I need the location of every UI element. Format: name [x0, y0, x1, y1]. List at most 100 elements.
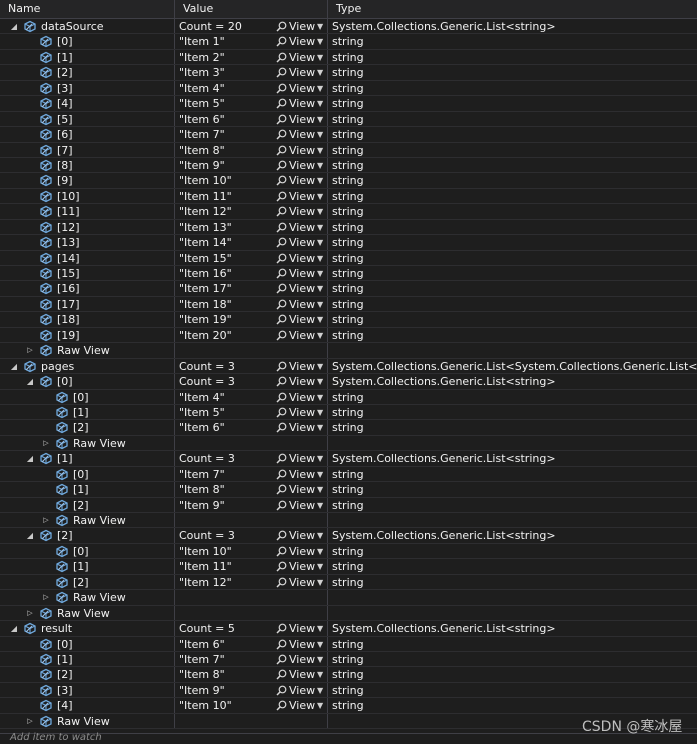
- value-cell[interactable]: "Item 14" View ▼: [175, 235, 328, 250]
- view-button[interactable]: View ▼: [276, 637, 326, 651]
- watch-row[interactable]: [0] "Item 6" View ▼ string: [0, 636, 697, 652]
- dropdown-arrow-icon[interactable]: ▼: [317, 621, 323, 635]
- watch-row[interactable]: [12] "Item 13" View ▼ string: [0, 219, 697, 236]
- view-button[interactable]: View ▼: [276, 251, 326, 265]
- view-button[interactable]: View ▼: [276, 235, 326, 249]
- view-button[interactable]: View ▼: [276, 420, 326, 434]
- dropdown-arrow-icon[interactable]: ▼: [317, 204, 323, 218]
- value-cell[interactable]: "Item 2" View ▼: [175, 49, 328, 65]
- view-button[interactable]: View ▼: [276, 652, 326, 666]
- dropdown-arrow-icon[interactable]: ▼: [317, 65, 323, 79]
- collapsed-triangle-icon[interactable]: ▷: [25, 714, 35, 728]
- watch-row[interactable]: [7] "Item 8" View ▼ string: [0, 142, 697, 158]
- view-button[interactable]: View ▼: [276, 559, 326, 573]
- expanded-triangle-icon[interactable]: ◢: [25, 451, 35, 465]
- value-cell[interactable]: "Item 4" View ▼: [175, 80, 328, 96]
- value-cell[interactable]: Count = 3 View ▼: [175, 528, 328, 543]
- value-cell[interactable]: "Item 9" View ▼: [175, 497, 328, 512]
- value-cell[interactable]: "Item 11" View ▼: [175, 559, 328, 574]
- watch-row[interactable]: ◢ [2] Count = 3 View ▼ System.Collections.Gen…: [0, 528, 697, 544]
- watch-row[interactable]: ▷ Raw View: [0, 590, 697, 606]
- dropdown-arrow-icon[interactable]: ▼: [317, 498, 323, 512]
- dropdown-arrow-icon[interactable]: ▼: [317, 328, 323, 342]
- view-button[interactable]: View ▼: [276, 667, 326, 681]
- value-cell[interactable]: "Item 3" View ▼: [175, 65, 328, 80]
- view-button[interactable]: View ▼: [276, 498, 326, 512]
- dropdown-arrow-icon[interactable]: ▼: [317, 390, 323, 404]
- view-button[interactable]: View ▼: [276, 467, 326, 481]
- watch-row[interactable]: [1] "Item 11" View ▼ string: [0, 559, 697, 575]
- watch-row[interactable]: ▷ Raw View: [0, 435, 697, 452]
- watch-row[interactable]: [16] "Item 17" View ▼ string: [0, 281, 697, 297]
- watch-row[interactable]: [0] "Item 1" View ▼ string: [0, 34, 697, 50]
- value-cell[interactable]: "Item 16" View ▼: [175, 266, 328, 281]
- value-cell[interactable]: Count = 3 View ▼: [175, 358, 328, 374]
- watch-row[interactable]: [17] "Item 18" View ▼ string: [0, 296, 697, 313]
- watch-row[interactable]: ◢ dataSource Count = 20 View ▼ System.Collect…: [0, 19, 697, 35]
- dropdown-arrow-icon[interactable]: ▼: [317, 637, 323, 651]
- value-cell[interactable]: Count = 3 View ▼: [175, 451, 328, 466]
- watch-row[interactable]: [5] "Item 6" View ▼ string: [0, 111, 697, 128]
- view-button[interactable]: View ▼: [276, 281, 326, 295]
- view-button[interactable]: View ▼: [276, 297, 326, 311]
- value-cell[interactable]: [175, 343, 328, 358]
- view-button[interactable]: View ▼: [276, 312, 326, 326]
- value-cell[interactable]: "Item 10" View ▼: [175, 173, 328, 188]
- dropdown-arrow-icon[interactable]: ▼: [317, 112, 323, 126]
- view-button[interactable]: View ▼: [276, 204, 326, 218]
- dropdown-arrow-icon[interactable]: ▼: [317, 19, 323, 33]
- dropdown-arrow-icon[interactable]: ▼: [317, 297, 323, 311]
- view-button[interactable]: View ▼: [276, 544, 326, 558]
- view-button[interactable]: View ▼: [276, 96, 326, 110]
- watch-row[interactable]: [3] "Item 9" View ▼ string: [0, 682, 697, 699]
- view-button[interactable]: View ▼: [276, 220, 326, 234]
- dropdown-arrow-icon[interactable]: ▼: [317, 420, 323, 434]
- dropdown-arrow-icon[interactable]: ▼: [317, 50, 323, 64]
- dropdown-arrow-icon[interactable]: ▼: [317, 173, 323, 187]
- dropdown-arrow-icon[interactable]: ▼: [317, 127, 323, 141]
- value-cell[interactable]: [175, 435, 328, 451]
- column-header-value[interactable]: Value: [175, 0, 328, 18]
- watch-row[interactable]: ▷ Raw View: [0, 605, 697, 622]
- watch-row[interactable]: ◢ result Count = 5 View ▼ System.Collections.…: [0, 621, 697, 637]
- watch-row[interactable]: [2] "Item 9" View ▼ string: [0, 497, 697, 513]
- expanded-triangle-icon[interactable]: ◢: [25, 374, 35, 388]
- watch-row[interactable]: [13] "Item 14" View ▼ string: [0, 235, 697, 251]
- view-button[interactable]: View ▼: [276, 683, 326, 697]
- view-button[interactable]: View ▼: [276, 158, 326, 172]
- watch-row[interactable]: [0] "Item 10" View ▼ string: [0, 543, 697, 560]
- dropdown-arrow-icon[interactable]: ▼: [317, 81, 323, 95]
- value-cell[interactable]: "Item 6" View ▼: [175, 111, 328, 127]
- dropdown-arrow-icon[interactable]: ▼: [317, 451, 323, 465]
- dropdown-arrow-icon[interactable]: ▼: [317, 251, 323, 265]
- watch-row[interactable]: [15] "Item 16" View ▼ string: [0, 266, 697, 282]
- watch-row[interactable]: [1] "Item 5" View ▼ string: [0, 404, 697, 421]
- collapsed-triangle-icon[interactable]: ▷: [41, 436, 51, 450]
- view-button[interactable]: View ▼: [276, 405, 326, 419]
- dropdown-arrow-icon[interactable]: ▼: [317, 467, 323, 481]
- watch-row[interactable]: ◢ pages Count = 3 View ▼ System.Collections.G…: [0, 358, 697, 375]
- view-button[interactable]: View ▼: [276, 81, 326, 95]
- view-button[interactable]: View ▼: [276, 328, 326, 342]
- value-cell[interactable]: "Item 9" View ▼: [175, 157, 328, 173]
- view-button[interactable]: View ▼: [276, 528, 326, 542]
- dropdown-arrow-icon[interactable]: ▼: [317, 281, 323, 295]
- watch-row[interactable]: ▷ Raw View: [0, 513, 697, 529]
- watch-row[interactable]: [10] "Item 11" View ▼ string: [0, 188, 697, 205]
- dropdown-arrow-icon[interactable]: ▼: [317, 312, 323, 326]
- value-cell[interactable]: Count = 5 View ▼: [175, 621, 328, 636]
- view-button[interactable]: View ▼: [276, 112, 326, 126]
- value-cell[interactable]: "Item 10" View ▼: [175, 698, 328, 713]
- dropdown-arrow-icon[interactable]: ▼: [317, 482, 323, 496]
- dropdown-arrow-icon[interactable]: ▼: [317, 158, 323, 172]
- watch-row[interactable]: [1] "Item 8" View ▼ string: [0, 482, 697, 498]
- value-cell[interactable]: "Item 13" View ▼: [175, 219, 328, 235]
- value-cell[interactable]: "Item 9" View ▼: [175, 682, 328, 698]
- value-cell[interactable]: "Item 8" View ▼: [175, 667, 328, 682]
- value-cell[interactable]: "Item 7" View ▼: [175, 127, 328, 142]
- dropdown-arrow-icon[interactable]: ▼: [317, 683, 323, 697]
- collapsed-triangle-icon[interactable]: ▷: [41, 590, 51, 604]
- watch-row[interactable]: [1] "Item 2" View ▼ string: [0, 49, 697, 66]
- value-cell[interactable]: [175, 605, 328, 621]
- watch-row[interactable]: [4] "Item 5" View ▼ string: [0, 96, 697, 112]
